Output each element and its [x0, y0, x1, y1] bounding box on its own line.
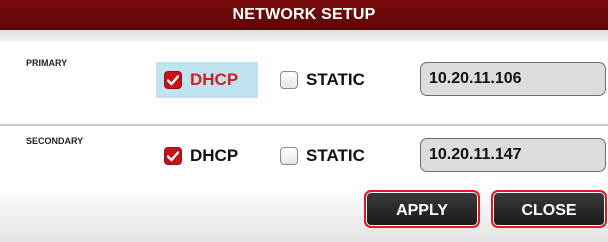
close-button[interactable]: CLOSE — [491, 190, 607, 228]
primary-ip-field[interactable]: 10.20.11.106 — [420, 62, 606, 96]
section-divider — [0, 124, 608, 126]
primary-static-option[interactable]: STATIC — [280, 62, 365, 98]
primary-dhcp-label: DHCP — [190, 70, 239, 89]
checkbox-unchecked-icon[interactable] — [280, 147, 298, 165]
checkbox-unchecked-icon[interactable] — [280, 71, 298, 89]
secondary-dhcp-option[interactable]: DHCP — [164, 138, 238, 174]
secondary-dhcp-label: DHCP — [190, 146, 239, 165]
network-setup-dialog: NETWORK SETUP PRIMARY DHCP STATIC 10.20.… — [0, 0, 608, 242]
primary-dhcp-option[interactable]: DHCP — [156, 62, 258, 98]
title-shadow — [0, 30, 608, 42]
secondary-static-label: STATIC — [306, 146, 365, 165]
secondary-ip-field[interactable]: 10.20.11.147 — [420, 138, 606, 172]
secondary-static-option[interactable]: STATIC — [280, 138, 365, 174]
secondary-label: SECONDARY — [26, 136, 84, 146]
dialog-title: NETWORK SETUP — [0, 0, 608, 30]
checkbox-checked-icon[interactable] — [164, 147, 182, 165]
checkbox-checked-icon[interactable] — [164, 71, 182, 89]
primary-static-label: STATIC — [306, 70, 365, 89]
primary-label: PRIMARY — [26, 58, 68, 68]
apply-button[interactable]: APPLY — [364, 190, 480, 228]
